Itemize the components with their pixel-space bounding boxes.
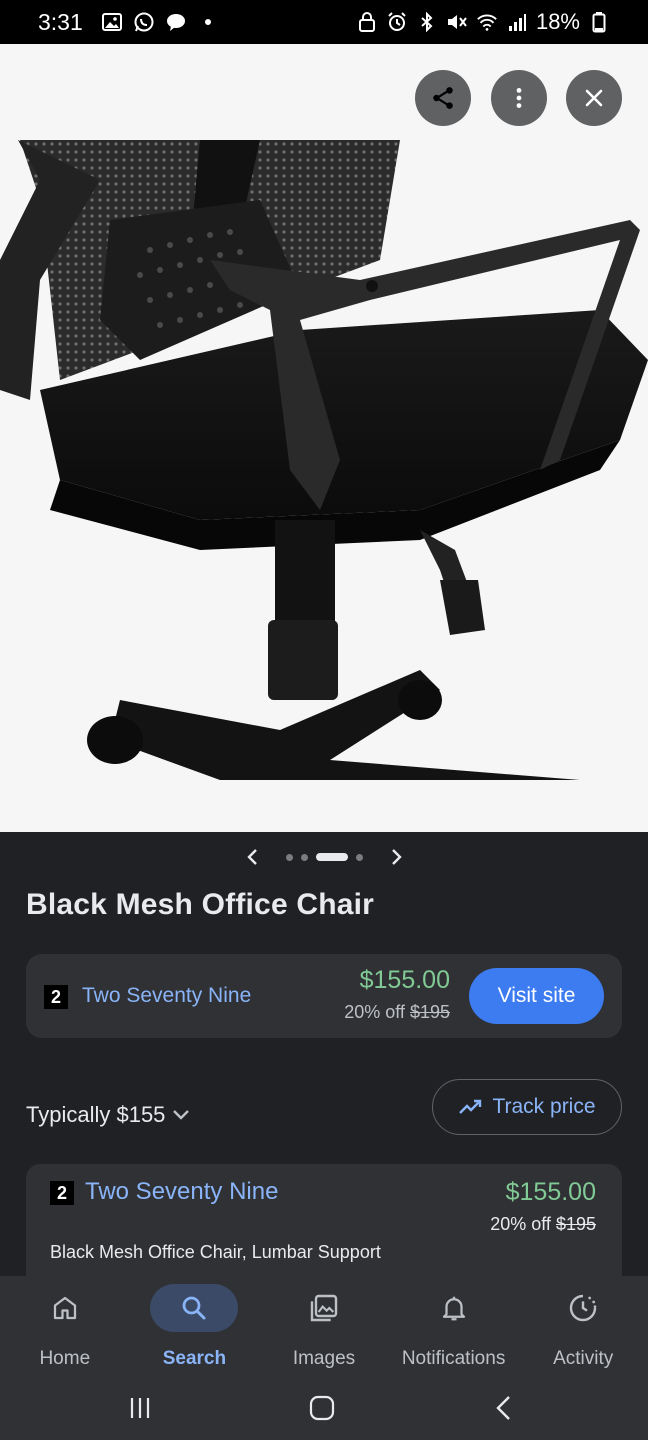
share-icon	[433, 87, 453, 109]
track-price-label: Track price	[492, 1095, 596, 1118]
nav-search[interactable]: Search	[130, 1276, 260, 1376]
product-image	[0, 140, 648, 780]
wifi-icon	[476, 11, 498, 33]
back-icon	[496, 1396, 510, 1420]
recent-apps-icon	[130, 1398, 150, 1418]
seller-name-link[interactable]: Two Seventy Nine	[82, 984, 251, 1008]
original-price: $195	[409, 1002, 450, 1022]
track-price-button[interactable]: Track price	[432, 1079, 622, 1135]
offer-description: Black Mesh Office Chair, Lumbar Support	[50, 1242, 381, 1262]
nav-home-icon-wrap	[21, 1284, 109, 1332]
offer-discount-text: 20% off	[490, 1214, 551, 1234]
images-icon	[310, 1294, 338, 1322]
chevron-left-icon	[246, 849, 257, 865]
seller-logo: 2	[44, 985, 68, 1009]
bell-icon	[442, 1296, 465, 1321]
visit-site-button[interactable]: Visit site	[469, 968, 604, 1024]
discount-text: 20% off	[344, 1002, 405, 1022]
product-image-viewer[interactable]	[0, 44, 648, 832]
previous-image-button[interactable]	[242, 846, 264, 868]
nav-home[interactable]: Home	[0, 1276, 130, 1376]
nav-activity-icon-wrap	[539, 1284, 627, 1332]
offer-discount: 20% off $195	[490, 1214, 596, 1235]
offer-seller-name[interactable]: Two Seventy Nine	[85, 1178, 278, 1206]
home-circle-icon	[309, 1395, 335, 1421]
status-bar: 3:31 18%	[0, 0, 648, 44]
system-navigation-bar	[0, 1376, 648, 1440]
carousel-dot-active[interactable]	[315, 853, 348, 861]
carousel-dot[interactable]	[285, 853, 293, 861]
bottom-navigation: Home Search Images Notifications Activit…	[0, 1276, 648, 1376]
nav-search-label: Search	[162, 1348, 227, 1369]
nav-activity[interactable]: Activity	[518, 1276, 648, 1376]
chevron-down-icon	[173, 1110, 190, 1120]
bluetooth-icon	[416, 11, 438, 33]
nav-notifications-label: Notifications	[401, 1348, 506, 1369]
next-image-button[interactable]	[385, 846, 407, 868]
whatsapp-notification-icon	[133, 11, 155, 33]
share-button[interactable]	[415, 70, 471, 126]
seller-card[interactable]: 2 Two Seventy Nine $155.00 20% off $195 …	[26, 954, 622, 1038]
typical-price-toggle[interactable]: Typically $155	[26, 1102, 191, 1128]
nav-notifications[interactable]: Notifications	[389, 1276, 519, 1376]
alarm-icon	[386, 11, 408, 33]
nav-activity-label: Activity	[553, 1348, 614, 1369]
status-left: 3:31	[38, 9, 219, 36]
back-button[interactable]	[482, 1386, 526, 1430]
mute-icon	[446, 11, 468, 33]
trending-up-icon	[459, 1099, 482, 1114]
more-options-button[interactable]	[491, 70, 547, 126]
home-icon	[53, 1296, 76, 1320]
offer-price: $155.00	[505, 1178, 596, 1206]
carousel-dot[interactable]	[355, 853, 363, 861]
more-vert-icon	[516, 88, 522, 108]
typical-price-label: Typically $155	[26, 1102, 166, 1127]
activity-icon	[570, 1294, 597, 1322]
chevron-right-icon	[391, 849, 402, 865]
carousel-dot[interactable]	[300, 853, 308, 861]
gallery-notification-icon	[101, 11, 123, 33]
nav-images-label: Images	[292, 1348, 356, 1369]
seller-discount: 20% off $195	[344, 1002, 450, 1023]
nav-search-icon-wrap	[150, 1284, 239, 1332]
more-notifications-dot-icon	[197, 11, 219, 33]
status-right: 18%	[356, 9, 610, 35]
lock-icon	[356, 11, 378, 33]
image-carousel-nav	[0, 846, 648, 868]
signal-icon	[506, 11, 528, 33]
close-button[interactable]	[566, 70, 622, 126]
offer-original-price: $195	[555, 1214, 596, 1234]
offer-seller-logo: 2	[50, 1181, 74, 1205]
nav-images[interactable]: Images	[259, 1276, 389, 1376]
nav-notifications-icon-wrap	[410, 1284, 498, 1332]
nav-home-label: Home	[39, 1348, 91, 1369]
close-icon	[585, 89, 603, 107]
status-time: 3:31	[38, 8, 83, 35]
recent-apps-button[interactable]	[118, 1386, 162, 1430]
battery-percentage: 18%	[535, 9, 580, 34]
nav-images-icon-wrap	[280, 1284, 368, 1332]
product-details: Black Mesh Office Chair 2 Two Seventy Ni…	[0, 832, 648, 1276]
chat-notification-icon	[165, 11, 187, 33]
home-button[interactable]	[300, 1386, 344, 1430]
search-icon	[183, 1296, 206, 1320]
battery-icon	[588, 11, 610, 33]
offer-card[interactable]: 2 Two Seventy Nine $155.00 20% off $195 …	[26, 1164, 622, 1276]
seller-price: $155.00	[359, 966, 450, 994]
product-title: Black Mesh Office Chair	[26, 888, 375, 921]
